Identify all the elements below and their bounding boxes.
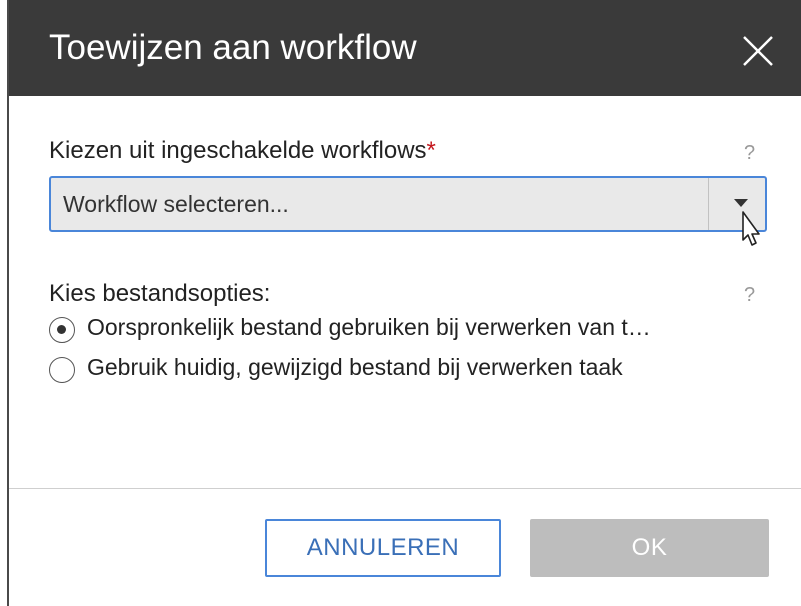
background-window-edge [0, 0, 9, 606]
file-options-label: Kies bestandsopties: [49, 280, 271, 307]
radio-button-unchecked[interactable] [49, 357, 75, 383]
caret-down-icon [734, 199, 748, 207]
footer-divider [9, 488, 801, 489]
workflow-select-label-text: Kiezen uit ingeschakelde workflows [49, 137, 427, 164]
radio-label-modified-file: Gebruik huidig, gewijzigd bestand bij ve… [87, 354, 623, 380]
cancel-button[interactable]: ANNULEREN [265, 519, 501, 577]
dialog-title: Toewijzen aan workflow [49, 28, 417, 67]
workflow-select[interactable]: Workflow selecteren... [49, 176, 767, 232]
dialog-header: Toewijzen aan workflow [9, 0, 801, 96]
assign-workflow-dialog: Toewijzen aan workflow Kiezen uit ingesc… [9, 0, 801, 606]
required-marker: * [426, 137, 436, 164]
close-button[interactable] [741, 34, 775, 68]
close-icon [743, 36, 773, 66]
workflow-select-value: Workflow selecteren... [63, 191, 289, 217]
ok-button[interactable]: OK [530, 519, 769, 577]
radio-label-original-file: Oorspronkelijk bestand gebruiken bij ver… [87, 314, 651, 340]
workflow-select-label: Kiezen uit ingeschakelde workflows* [49, 137, 436, 165]
select-divider [708, 178, 709, 230]
mouse-pointer-icon [742, 211, 760, 246]
file-options-help-icon[interactable]: ? [744, 284, 755, 307]
workflow-help-icon[interactable]: ? [744, 142, 755, 165]
radio-button-checked[interactable] [49, 317, 75, 343]
